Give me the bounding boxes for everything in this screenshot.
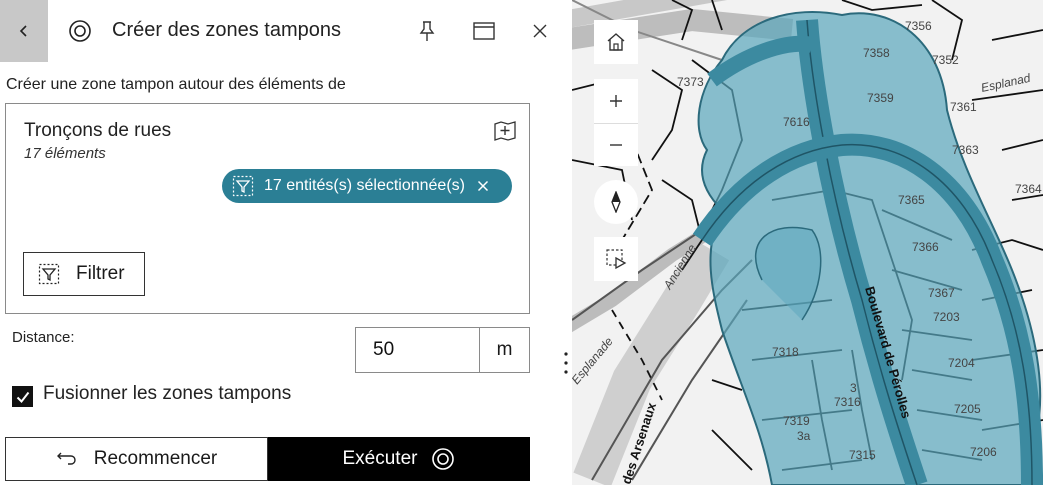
clear-selection-button[interactable] [477,180,489,192]
chevron-left-icon [19,25,27,37]
compass-button[interactable] [594,180,638,224]
merge-buffers-label: Fusionner les zones tampons [43,383,292,404]
pin-icon [419,21,435,41]
street-label-esplanade: Esplanad [980,71,1032,95]
undo-icon [56,452,76,465]
parcel-label: 7203 [933,310,960,324]
selection-filter-icon [232,175,254,197]
parcel-label: 7616 [783,115,810,129]
parcel-label: 7358 [863,46,890,60]
parcel-label: 7363 [952,143,979,157]
pin-button[interactable] [413,17,441,45]
map-canvas: 7356 7358 7352 7373 7359 7361 7616 7363 … [572,0,1043,485]
checkmark-icon [16,391,29,403]
parcel-label: 7204 [948,356,975,370]
zoom-in-button[interactable] [594,79,638,123]
window-icon [473,22,495,40]
buffer-tool-icon [69,20,91,42]
home-button[interactable] [594,20,638,64]
parcel-label: 7365 [898,193,925,207]
merge-buffers-checkbox[interactable] [12,386,33,407]
distance-label: Distance: [12,329,75,346]
parcel-label: 3 [850,381,857,395]
layer-count: 17 éléments [24,145,106,162]
dock-window-button[interactable] [470,17,498,45]
filter-icon [38,263,60,285]
parcel-label: 7364 [1015,182,1042,196]
zoom-out-button[interactable] [594,123,638,166]
parcel-label: 7316 [834,395,861,409]
selection-play-icon [606,249,627,270]
parcel-label: 3a [797,429,811,443]
home-icon [607,33,625,51]
run-label: Exécuter [342,448,418,469]
distance-unit-select[interactable]: m [479,327,530,373]
parcel-label: 7359 [867,91,894,105]
selection-chip[interactable]: 17 entités(s) sélectionnée(s) [222,169,512,203]
parcel-label: 7367 [928,286,955,300]
parcel-label: 7366 [912,240,939,254]
page-title: Créer des zones tampons [112,19,342,41]
layer-card: Tronçons de rues 17 éléments 17 entités(… [5,103,530,314]
select-features-button[interactable] [492,118,518,144]
layer-name: Tronçons de rues [24,120,172,141]
run-button[interactable]: Exécuter [268,437,530,481]
reset-label: Recommencer [93,448,218,469]
back-button[interactable] [0,0,48,62]
parcel-label: 7206 [970,445,997,459]
panel-header: Créer des zones tampons [0,0,563,62]
close-button[interactable] [526,17,554,45]
parcel-label: 7356 [905,19,932,33]
close-icon [477,180,489,192]
panel-resize-handle[interactable] [562,350,570,376]
distance-input[interactable] [355,327,479,373]
intro-text: Créer une zone tampon autour des élément… [6,76,346,93]
parcel-label: 7318 [772,345,799,359]
buffer-run-icon [432,448,455,470]
parcel-label: 7373 [677,75,704,89]
close-icon [533,24,547,38]
reset-button[interactable]: Recommencer [5,437,268,481]
parcel-label: 7352 [932,53,959,67]
compass-icon [611,191,621,213]
minus-icon [610,144,622,146]
map-add-icon [494,121,516,141]
map-view[interactable]: 7356 7358 7352 7373 7359 7361 7616 7363 … [572,0,1043,485]
parcel-label: 7361 [950,100,977,114]
parcel-label: 7205 [954,402,981,416]
filter-label: Filtrer [76,263,125,284]
parcel-label: 7319 [783,414,810,428]
selection-chip-label: 17 entités(s) sélectionnée(s) [264,177,465,194]
filter-button[interactable]: Filtrer [23,252,145,296]
parcel-label: 7315 [849,448,876,462]
street-label-esplanade-left: Esplanade [572,334,616,387]
buffer-tool-panel: Créer des zones tampons Créer une zone t… [0,0,568,485]
plus-icon [610,95,622,107]
select-tool-button[interactable] [594,237,638,281]
